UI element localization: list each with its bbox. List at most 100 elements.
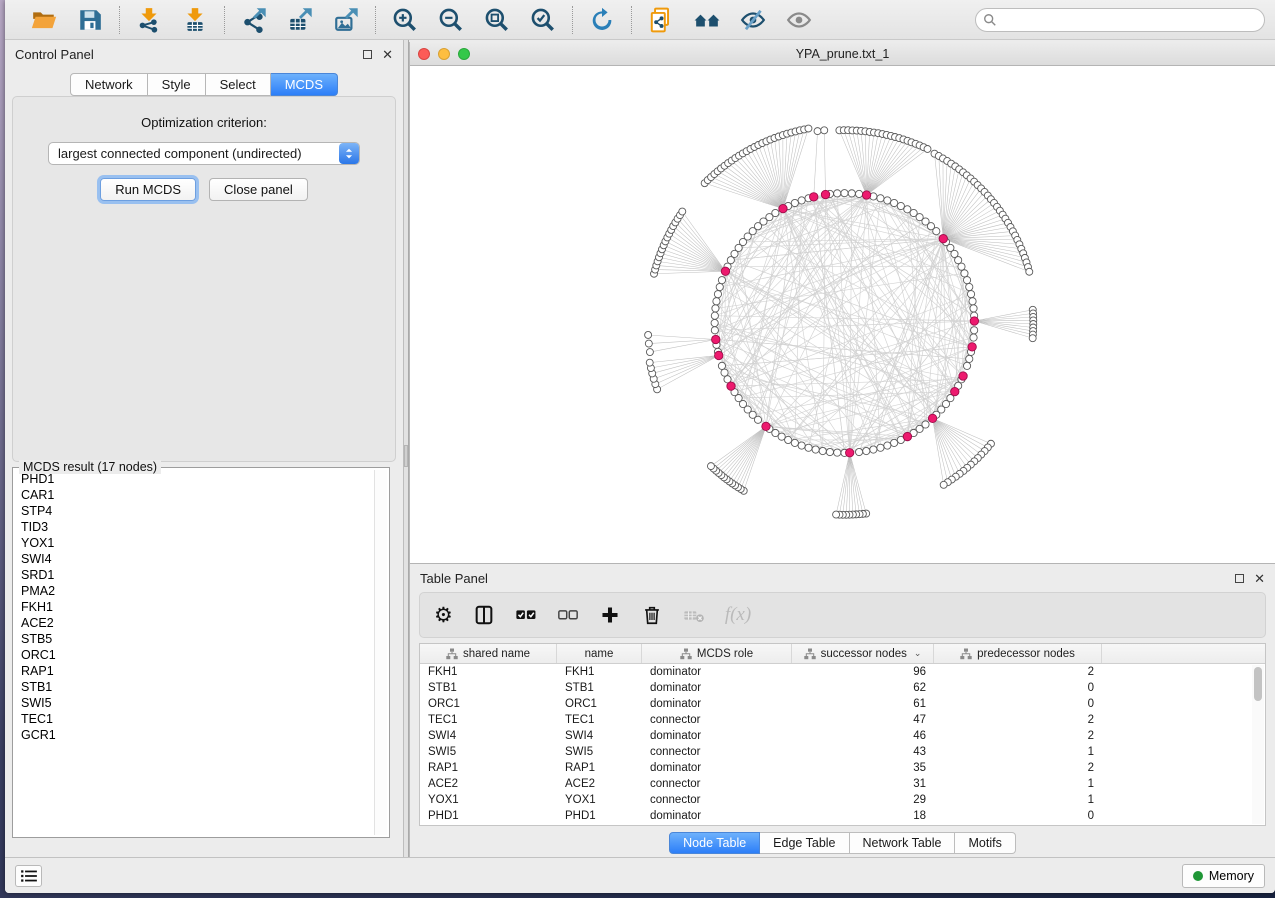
zoom-selected-icon: [530, 7, 556, 33]
mcds-result-item[interactable]: SRD1: [15, 567, 373, 583]
show-all-eye-button[interactable]: [784, 5, 814, 35]
mcds-result-item[interactable]: STB5: [15, 631, 373, 647]
optimization-criterion-dropdown[interactable]: largest connected component (undirected): [48, 142, 360, 165]
gear-icon: ⚙: [434, 605, 453, 626]
column-label: predecessor nodes: [977, 648, 1075, 660]
table-close-panel-icon[interactable]: ✕: [1254, 572, 1265, 585]
table-cell: 46: [792, 728, 934, 744]
tab-mcds[interactable]: MCDS: [271, 73, 338, 96]
tab-edge-table[interactable]: Edge Table: [760, 832, 849, 854]
delete-column-button[interactable]: [641, 604, 663, 626]
zoom-out-icon: [438, 7, 464, 33]
table-cell: 2: [934, 728, 1102, 744]
search-input[interactable]: [975, 8, 1265, 32]
column-header-name[interactable]: name: [557, 644, 642, 663]
table-float-panel-icon[interactable]: [1235, 574, 1244, 583]
run-mcds-button[interactable]: Run MCDS: [100, 178, 196, 201]
export-network-web-button[interactable]: [646, 5, 676, 35]
table-settings-gear-button[interactable]: ⚙: [434, 605, 453, 626]
export-table-button[interactable]: [285, 5, 315, 35]
mcds-result-item[interactable]: PHD1: [15, 471, 373, 487]
mcds-result-item[interactable]: STB1: [15, 679, 373, 695]
mcds-result-item[interactable]: TID3: [15, 519, 373, 535]
refresh-network-button[interactable]: [587, 5, 617, 35]
memory-button[interactable]: Memory: [1182, 864, 1265, 888]
zoom-out-button[interactable]: [436, 5, 466, 35]
import-network-button[interactable]: [134, 5, 164, 35]
tab-motifs[interactable]: Motifs: [955, 832, 1015, 854]
mcds-result-item[interactable]: GCR1: [15, 727, 373, 743]
table-cell: dominator: [642, 808, 792, 824]
optimization-criterion-label: Optimization criterion:: [13, 115, 395, 130]
mcds-result-item[interactable]: SWI5: [15, 695, 373, 711]
table-scrollbar-thumb[interactable]: [1254, 667, 1262, 701]
column-header-MCDS-role[interactable]: MCDS role: [642, 644, 792, 663]
select-all-rows-button[interactable]: [515, 604, 537, 626]
open-file-icon: [31, 7, 57, 33]
column-header-successor-nodes[interactable]: successor nodes⌄: [792, 644, 934, 663]
toolbar-group: [573, 5, 631, 35]
table-row[interactable]: YOX1YOX1connector291: [420, 792, 1265, 808]
mcds-list-scrollbar[interactable]: [374, 470, 387, 835]
float-panel-icon[interactable]: [363, 50, 372, 59]
first-neighbors-houses-button[interactable]: [692, 5, 722, 35]
network-canvas[interactable]: [410, 66, 1275, 563]
tab-style[interactable]: Style: [148, 73, 206, 96]
export-network-web-icon: [648, 7, 674, 33]
mcds-result-group: MCDS result (17 nodes) PHD1CAR1STP4TID3Y…: [12, 467, 390, 838]
zoom-selected-button[interactable]: [528, 5, 558, 35]
tab-network[interactable]: Network: [70, 73, 148, 96]
mcds-result-item[interactable]: CAR1: [15, 487, 373, 503]
table-scrollbar[interactable]: [1252, 665, 1264, 824]
table-row[interactable]: STB1STB1dominator620: [420, 680, 1265, 696]
table-row[interactable]: SWI5SWI5connector431: [420, 744, 1265, 760]
table-row[interactable]: RAP1RAP1dominator352: [420, 760, 1265, 776]
import-table-button[interactable]: [180, 5, 210, 35]
column-header-shared-name[interactable]: shared name: [420, 644, 557, 663]
mcds-result-item[interactable]: PMA2: [15, 583, 373, 599]
save-session-button[interactable]: [75, 5, 105, 35]
mcds-result-item[interactable]: STP4: [15, 503, 373, 519]
mcds-result-item[interactable]: FKH1: [15, 599, 373, 615]
hide-selected-eye-slash-button[interactable]: [738, 5, 768, 35]
export-image-button[interactable]: [331, 5, 361, 35]
mcds-result-item[interactable]: TEC1: [15, 711, 373, 727]
deselect-all-rows-button[interactable]: [557, 604, 579, 626]
table-cell: TEC1: [557, 712, 642, 728]
first-neighbors-houses-icon: [694, 7, 720, 33]
zoom-in-button[interactable]: [390, 5, 420, 35]
delete-table-button: [683, 604, 705, 626]
column-header-predecessor-nodes[interactable]: predecessor nodes: [934, 644, 1102, 663]
table-cell: 96: [792, 664, 934, 680]
table-row[interactable]: PHD1PHD1dominator180: [420, 808, 1265, 824]
mcds-result-item[interactable]: SWI4: [15, 551, 373, 567]
network-view-window: YPA_prune.txt_1: [409, 42, 1275, 563]
table-row[interactable]: TEC1TEC1connector472: [420, 712, 1265, 728]
table-cell: 0: [934, 696, 1102, 712]
zoom-in-icon: [392, 7, 418, 33]
add-column-button[interactable]: [599, 604, 621, 626]
task-history-button[interactable]: [15, 865, 42, 887]
show-columns-button[interactable]: [473, 604, 495, 626]
mcds-result-item[interactable]: YOX1: [15, 535, 373, 551]
splitter-grip[interactable]: [404, 445, 408, 467]
table-row[interactable]: SWI4SWI4dominator462: [420, 728, 1265, 744]
close-panel-icon[interactable]: ✕: [382, 48, 393, 61]
tab-node-table[interactable]: Node Table: [669, 832, 760, 854]
mcds-result-list[interactable]: PHD1CAR1STP4TID3YOX1SWI4SRD1PMA2FKH1ACE2…: [15, 471, 373, 835]
table-row[interactable]: ACE2ACE2connector311: [420, 776, 1265, 792]
table-cell: 61: [792, 696, 934, 712]
table-cell: dominator: [642, 664, 792, 680]
open-file-button[interactable]: [29, 5, 59, 35]
mcds-result-item[interactable]: ORC1: [15, 647, 373, 663]
mcds-result-item[interactable]: RAP1: [15, 663, 373, 679]
close-panel-button[interactable]: Close panel: [209, 178, 308, 201]
tab-network-table[interactable]: Network Table: [850, 832, 956, 854]
mcds-result-item[interactable]: ACE2: [15, 615, 373, 631]
table-row[interactable]: FKH1FKH1dominator962: [420, 664, 1265, 680]
zoom-fit-button[interactable]: [482, 5, 512, 35]
network-canvas-svg[interactable]: [410, 66, 1275, 563]
export-network-button[interactable]: [239, 5, 269, 35]
tab-select[interactable]: Select: [206, 73, 271, 96]
table-row[interactable]: ORC1ORC1dominator610: [420, 696, 1265, 712]
